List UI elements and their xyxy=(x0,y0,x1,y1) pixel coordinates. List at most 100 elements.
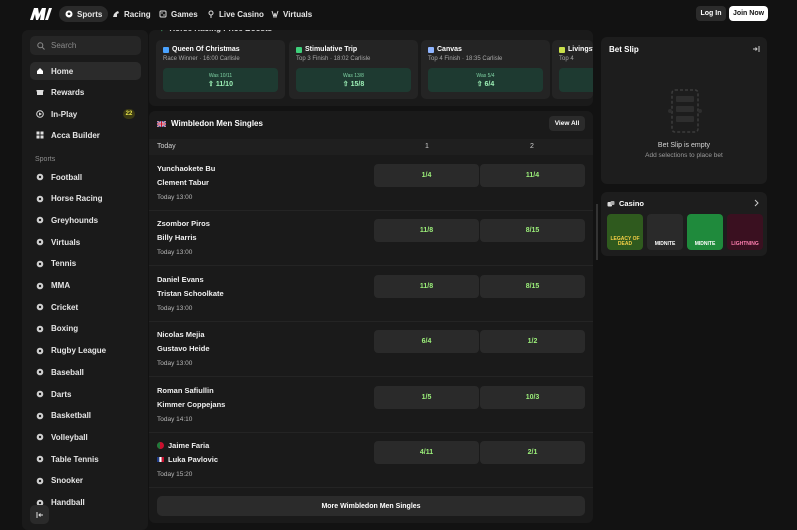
sidebar-item-label: Handball xyxy=(51,498,85,507)
boost-card[interactable]: Livingst Top 4 Was⇧ 1 xyxy=(552,40,593,99)
odds-button-player-two[interactable]: 10/3 xyxy=(480,385,585,409)
sidebar-item-baseball[interactable]: Baseball xyxy=(30,363,141,381)
sidebar-item-snooker[interactable]: Snooker xyxy=(30,472,141,490)
odds-button-player-one[interactable]: 1/4 xyxy=(374,164,479,187)
nav-virtuals[interactable]: Virtuals xyxy=(265,6,318,22)
search-input[interactable]: Search xyxy=(30,36,141,55)
casino-game-tile[interactable]: MIDNITE xyxy=(647,214,683,250)
football-icon xyxy=(36,173,44,181)
more-wimbledon-button[interactable]: More Wimbledon Men Singles xyxy=(157,496,585,516)
bet-slip-title: Bet Slip xyxy=(609,45,639,54)
boost-odds-button[interactable]: Was 5/4 ⇧ 6/4 xyxy=(428,68,543,92)
sidebar-item-label: Horse Racing xyxy=(51,194,103,204)
boost-odds-button[interactable]: Was 10/11 ⇧ 11/10 xyxy=(163,68,278,92)
player-two: Billy Harris xyxy=(157,233,197,242)
join-now-button[interactable]: Join Now xyxy=(729,6,768,21)
sidebar-item-label: MMA xyxy=(51,281,71,290)
boost-now-value: 15/8 xyxy=(350,80,365,88)
sidebar-item-cricket[interactable]: Cricket xyxy=(30,298,141,316)
match-time: Today 14:10 xyxy=(157,415,193,423)
player-name: Roman Safiullin xyxy=(157,385,214,395)
nav-label: Games xyxy=(171,9,198,19)
sidebar-item-in-play[interactable]: In-Play 22 xyxy=(30,105,141,123)
sports-section-header: Sports xyxy=(35,156,56,163)
boost-card[interactable]: Stimulative Trip Top 3 Finish · 18:02 Car… xyxy=(289,40,418,99)
login-button[interactable]: Log In xyxy=(696,6,726,21)
sidebar-item-rugby-league[interactable]: Rugby League xyxy=(30,342,141,360)
odds-button-player-two[interactable]: 11/4 xyxy=(480,164,585,187)
casino-game-title: LIGHTNING xyxy=(731,241,759,247)
boost-title-text: Livingst xyxy=(568,46,593,53)
sidebar-item-label: Football xyxy=(51,172,83,182)
player-two: Gustavo Heide xyxy=(157,344,210,353)
scrollbar[interactable] xyxy=(596,204,598,260)
grid-icon xyxy=(36,131,44,139)
sidebar-item-basketball[interactable]: Basketball xyxy=(30,407,141,425)
casino-title[interactable]: Casino xyxy=(607,199,644,208)
sidebar-item-rewards[interactable]: Rewards xyxy=(30,83,141,101)
casino-game-tile[interactable]: MIDNITE xyxy=(687,214,723,250)
player-one: Nicolas Mejia xyxy=(157,330,205,339)
sidebar-item-table-tennis[interactable]: Table Tennis xyxy=(30,450,141,468)
sidebar-item-home[interactable]: Home xyxy=(30,62,141,80)
nav-live-casino[interactable]: Live Casino xyxy=(201,6,270,22)
horse-icon xyxy=(36,195,44,202)
odds-button-player-one[interactable]: 1/5 xyxy=(374,385,479,409)
boost-card-subtitle: Top 4 Finish · 18:35 Carlisle xyxy=(428,56,503,62)
nav-label: Live Casino xyxy=(219,9,264,19)
boost-card-title: Stimulative Trip xyxy=(296,46,357,53)
sidebar-item-acca-builder[interactable]: Acca Builder xyxy=(30,126,141,144)
sidebar-item-greyhounds[interactable]: Greyhounds xyxy=(30,211,141,229)
sidebar-item-boxing[interactable]: Boxing xyxy=(30,320,141,338)
odds-button-player-two[interactable]: 8/15 xyxy=(480,274,585,298)
view-all-button[interactable]: View All xyxy=(549,116,585,131)
sidebar-item-label: Volleyball xyxy=(51,432,88,442)
odds-button-player-one[interactable]: 6/4 xyxy=(374,330,479,354)
odds-button-player-one[interactable]: 4/11 xyxy=(374,441,479,464)
basketball-icon xyxy=(36,412,44,419)
casino-title-text: Casino xyxy=(619,199,645,208)
col-1: 1 xyxy=(425,143,429,150)
casino-game-tile[interactable]: LIGHTNING xyxy=(727,214,763,250)
odds-button-player-one[interactable]: 11/8 xyxy=(374,219,479,243)
odds-button-player-two[interactable]: 8/15 xyxy=(480,219,585,243)
volleyball-icon xyxy=(36,434,44,441)
mma-icon xyxy=(36,282,44,289)
boost-odds-button[interactable]: Was 13/8 ⇧ 15/8 xyxy=(296,68,411,92)
player-one: Roman Safiullin xyxy=(157,386,214,395)
match-time: Today 13:00 xyxy=(157,360,193,368)
sidebar-item-darts[interactable]: Darts xyxy=(30,385,141,403)
boost-card[interactable]: Queen Of Christmas Race Winner · 16:00 Ca… xyxy=(156,40,285,99)
nav-racing[interactable]: Racing xyxy=(106,6,157,22)
boost-card-subtitle: Top 3 Finish · 18:02 Carlisle xyxy=(296,56,371,62)
collapse-sidebar-button[interactable] xyxy=(30,505,49,524)
nav-games[interactable]: Games xyxy=(153,6,204,22)
collapse-betslip-icon[interactable] xyxy=(752,45,760,53)
chevron-right-icon[interactable] xyxy=(753,199,760,207)
casino-game-tile[interactable]: LEGACY OF DEAD xyxy=(607,214,643,250)
odds-button-player-one[interactable]: 11/8 xyxy=(374,274,479,298)
nav-sports[interactable]: Sports xyxy=(59,6,109,22)
boost-title-text: Canvas xyxy=(437,46,462,53)
odds-button-player-two[interactable]: 1/2 xyxy=(480,330,585,354)
in-play-icon xyxy=(36,110,44,118)
sidebar-item-tennis[interactable]: Tennis xyxy=(30,255,141,273)
uk-flag-icon xyxy=(157,120,166,127)
sidebar-item-mma[interactable]: MMA xyxy=(30,277,141,295)
sidebar-item-virtuals[interactable]: Virtuals xyxy=(30,233,141,251)
odds-button-player-two[interactable]: 2/1 xyxy=(480,441,585,464)
sidebar-item-volleyball[interactable]: Volleyball xyxy=(30,428,141,446)
sidebar-item-football[interactable]: Football xyxy=(30,168,141,186)
midnite-logo[interactable] xyxy=(30,8,52,20)
sidebar-item-horse-racing[interactable]: Horse Racing xyxy=(30,190,141,208)
market-column-header: Today 1 2 xyxy=(149,139,593,155)
runner-silk-icon xyxy=(559,46,565,53)
boost-arrow-icon: ⇧ xyxy=(476,80,485,88)
darts-icon xyxy=(36,390,44,398)
boost-card-title: Canvas xyxy=(428,46,462,53)
boost-card[interactable]: Canvas Top 4 Finish · 18:35 Carlisle Was 5… xyxy=(421,40,550,99)
in-play-count-badge: 22 xyxy=(123,109,135,119)
col-today: Today xyxy=(157,143,176,150)
sidebar-item-label: Cricket xyxy=(51,302,79,312)
boost-odds-button[interactable]: Was⇧ 1 xyxy=(559,68,593,92)
